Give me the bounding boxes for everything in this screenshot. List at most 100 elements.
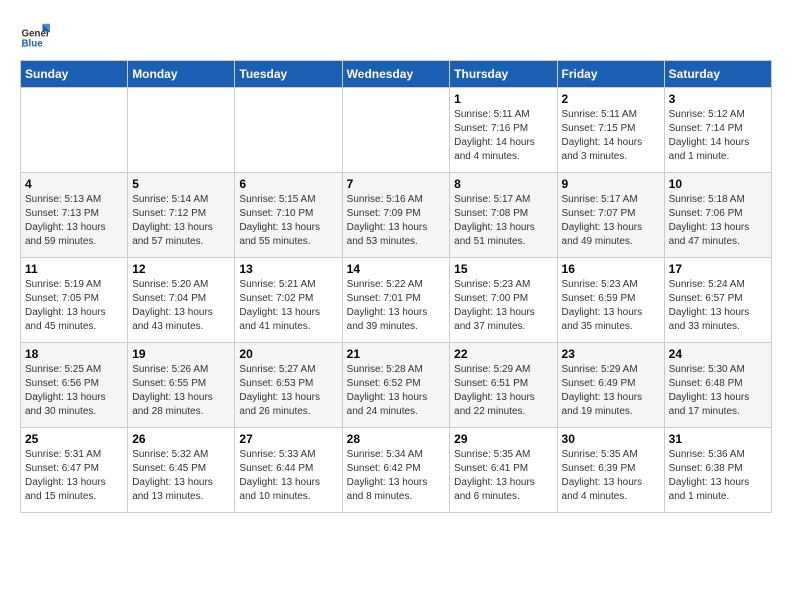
header-row: SundayMondayTuesdayWednesdayThursdayFrid… <box>21 61 772 88</box>
day-cell: 1 Sunrise: 5:11 AMSunset: 7:16 PMDaylight… <box>450 88 557 173</box>
day-number: 5 <box>132 177 230 191</box>
day-cell: 6 Sunrise: 5:15 AMSunset: 7:10 PMDaylight… <box>235 173 342 258</box>
day-number: 13 <box>239 262 337 276</box>
day-cell: 4 Sunrise: 5:13 AMSunset: 7:13 PMDaylight… <box>21 173 128 258</box>
day-cell: 20 Sunrise: 5:27 AMSunset: 6:53 PMDayligh… <box>235 343 342 428</box>
day-info: Sunrise: 5:18 AMSunset: 7:06 PMDaylight:… <box>669 193 767 249</box>
day-cell: 24Sunrise: 5:30 AMSunset: 6:48 PMDayligh… <box>664 343 771 428</box>
day-info: Sunrise: 5:11 AMSunset: 7:16 PMDaylight:… <box>454 108 552 164</box>
day-info: Sunrise: 5:15 AMSunset: 7:10 PMDaylight:… <box>239 193 337 249</box>
day-cell: 28Sunrise: 5:34 AMSunset: 6:42 PMDayligh… <box>342 428 450 513</box>
day-info: Sunrise: 5:36 AMSunset: 6:38 PMDaylight:… <box>669 448 767 504</box>
logo: General Blue <box>20 20 50 50</box>
day-info: Sunrise: 5:24 AMSunset: 6:57 PMDaylight:… <box>669 278 767 334</box>
day-info: Sunrise: 5:14 AMSunset: 7:12 PMDaylight:… <box>132 193 230 249</box>
day-cell: 29 Sunrise: 5:35 AMSunset: 6:41 PMDayligh… <box>450 428 557 513</box>
day-info: Sunrise: 5:22 AMSunset: 7:01 PMDaylight:… <box>347 278 446 334</box>
day-cell <box>235 88 342 173</box>
day-number: 1 <box>454 92 552 106</box>
day-info: Sunrise: 5:11 AMSunset: 7:15 PMDaylight:… <box>562 108 660 164</box>
day-number: 6 <box>239 177 337 191</box>
day-number: 19 <box>132 347 230 361</box>
day-info: Sunrise: 5:35 AMSunset: 6:39 PMDaylight:… <box>562 448 660 504</box>
day-number: 26 <box>132 432 230 446</box>
day-cell: 7Sunrise: 5:16 AMSunset: 7:09 PMDaylight… <box>342 173 450 258</box>
day-cell <box>128 88 235 173</box>
day-number: 31 <box>669 432 767 446</box>
day-cell: 18Sunrise: 5:25 AMSunset: 6:56 PMDayligh… <box>21 343 128 428</box>
day-cell: 11Sunrise: 5:19 AMSunset: 7:05 PMDayligh… <box>21 258 128 343</box>
day-number: 3 <box>669 92 767 106</box>
day-number: 4 <box>25 177 123 191</box>
calendar-table: SundayMondayTuesdayWednesdayThursdayFrid… <box>20 60 772 513</box>
svg-text:Blue: Blue <box>22 38 44 49</box>
day-cell: 16 Sunrise: 5:23 AMSunset: 6:59 PMDayligh… <box>557 258 664 343</box>
day-cell: 2 Sunrise: 5:11 AMSunset: 7:15 PMDaylight… <box>557 88 664 173</box>
day-number: 18 <box>25 347 123 361</box>
day-info: Sunrise: 5:23 AMSunset: 6:59 PMDaylight:… <box>562 278 660 334</box>
calendar-body: 1 Sunrise: 5:11 AMSunset: 7:16 PMDaylight… <box>21 88 772 513</box>
week-row-5: 25Sunrise: 5:31 AMSunset: 6:47 PMDayligh… <box>21 428 772 513</box>
header-cell-friday: Friday <box>557 61 664 88</box>
day-info: Sunrise: 5:29 AMSunset: 6:49 PMDaylight:… <box>562 363 660 419</box>
day-number: 27 <box>239 432 337 446</box>
day-number: 21 <box>347 347 446 361</box>
day-info: Sunrise: 5:20 AMSunset: 7:04 PMDaylight:… <box>132 278 230 334</box>
day-info: Sunrise: 5:19 AMSunset: 7:05 PMDaylight:… <box>25 278 123 334</box>
day-cell: 3Sunrise: 5:12 AMSunset: 7:14 PMDaylight… <box>664 88 771 173</box>
day-number: 30 <box>562 432 660 446</box>
day-cell: 27 Sunrise: 5:33 AMSunset: 6:44 PMDayligh… <box>235 428 342 513</box>
day-info: Sunrise: 5:13 AMSunset: 7:13 PMDaylight:… <box>25 193 123 249</box>
day-info: Sunrise: 5:35 AMSunset: 6:41 PMDaylight:… <box>454 448 552 504</box>
day-number: 17 <box>669 262 767 276</box>
day-info: Sunrise: 5:17 AMSunset: 7:08 PMDaylight:… <box>454 193 552 249</box>
day-cell: 21 Sunrise: 5:28 AMSunset: 6:52 PMDayligh… <box>342 343 450 428</box>
day-number: 28 <box>347 432 446 446</box>
day-cell: 14 Sunrise: 5:22 AMSunset: 7:01 PMDayligh… <box>342 258 450 343</box>
day-info: Sunrise: 5:17 AMSunset: 7:07 PMDaylight:… <box>562 193 660 249</box>
day-number: 12 <box>132 262 230 276</box>
day-number: 20 <box>239 347 337 361</box>
header-cell-thursday: Thursday <box>450 61 557 88</box>
day-number: 22 <box>454 347 552 361</box>
day-number: 16 <box>562 262 660 276</box>
day-info: Sunrise: 5:32 AMSunset: 6:45 PMDaylight:… <box>132 448 230 504</box>
day-cell: 13 Sunrise: 5:21 AMSunset: 7:02 PMDayligh… <box>235 258 342 343</box>
day-cell: 15 Sunrise: 5:23 AMSunset: 7:00 PMDayligh… <box>450 258 557 343</box>
day-number: 10 <box>669 177 767 191</box>
day-info: Sunrise: 5:29 AMSunset: 6:51 PMDaylight:… <box>454 363 552 419</box>
day-number: 15 <box>454 262 552 276</box>
day-number: 24 <box>669 347 767 361</box>
header-cell-tuesday: Tuesday <box>235 61 342 88</box>
day-cell: 26 Sunrise: 5:32 AMSunset: 6:45 PMDayligh… <box>128 428 235 513</box>
week-row-1: 1 Sunrise: 5:11 AMSunset: 7:16 PMDaylight… <box>21 88 772 173</box>
page-header: General Blue <box>20 20 772 50</box>
day-number: 14 <box>347 262 446 276</box>
day-number: 2 <box>562 92 660 106</box>
header-cell-saturday: Saturday <box>664 61 771 88</box>
calendar-header: SundayMondayTuesdayWednesdayThursdayFrid… <box>21 61 772 88</box>
day-cell: 25Sunrise: 5:31 AMSunset: 6:47 PMDayligh… <box>21 428 128 513</box>
day-cell: 10 Sunrise: 5:18 AMSunset: 7:06 PMDayligh… <box>664 173 771 258</box>
day-cell: 9 Sunrise: 5:17 AMSunset: 7:07 PMDaylight… <box>557 173 664 258</box>
day-info: Sunrise: 5:23 AMSunset: 7:00 PMDaylight:… <box>454 278 552 334</box>
day-info: Sunrise: 5:27 AMSunset: 6:53 PMDaylight:… <box>239 363 337 419</box>
day-cell: 23Sunrise: 5:29 AMSunset: 6:49 PMDayligh… <box>557 343 664 428</box>
day-cell: 30 Sunrise: 5:35 AMSunset: 6:39 PMDayligh… <box>557 428 664 513</box>
day-info: Sunrise: 5:33 AMSunset: 6:44 PMDaylight:… <box>239 448 337 504</box>
day-number: 29 <box>454 432 552 446</box>
day-info: Sunrise: 5:21 AMSunset: 7:02 PMDaylight:… <box>239 278 337 334</box>
day-cell <box>21 88 128 173</box>
day-cell: 17 Sunrise: 5:24 AMSunset: 6:57 PMDayligh… <box>664 258 771 343</box>
day-cell: 8 Sunrise: 5:17 AMSunset: 7:08 PMDaylight… <box>450 173 557 258</box>
day-number: 7 <box>347 177 446 191</box>
day-info: Sunrise: 5:28 AMSunset: 6:52 PMDaylight:… <box>347 363 446 419</box>
day-number: 9 <box>562 177 660 191</box>
header-cell-sunday: Sunday <box>21 61 128 88</box>
day-cell: 19 Sunrise: 5:26 AMSunset: 6:55 PMDayligh… <box>128 343 235 428</box>
day-info: Sunrise: 5:26 AMSunset: 6:55 PMDaylight:… <box>132 363 230 419</box>
day-info: Sunrise: 5:31 AMSunset: 6:47 PMDaylight:… <box>25 448 123 504</box>
header-cell-monday: Monday <box>128 61 235 88</box>
day-number: 8 <box>454 177 552 191</box>
week-row-2: 4 Sunrise: 5:13 AMSunset: 7:13 PMDaylight… <box>21 173 772 258</box>
